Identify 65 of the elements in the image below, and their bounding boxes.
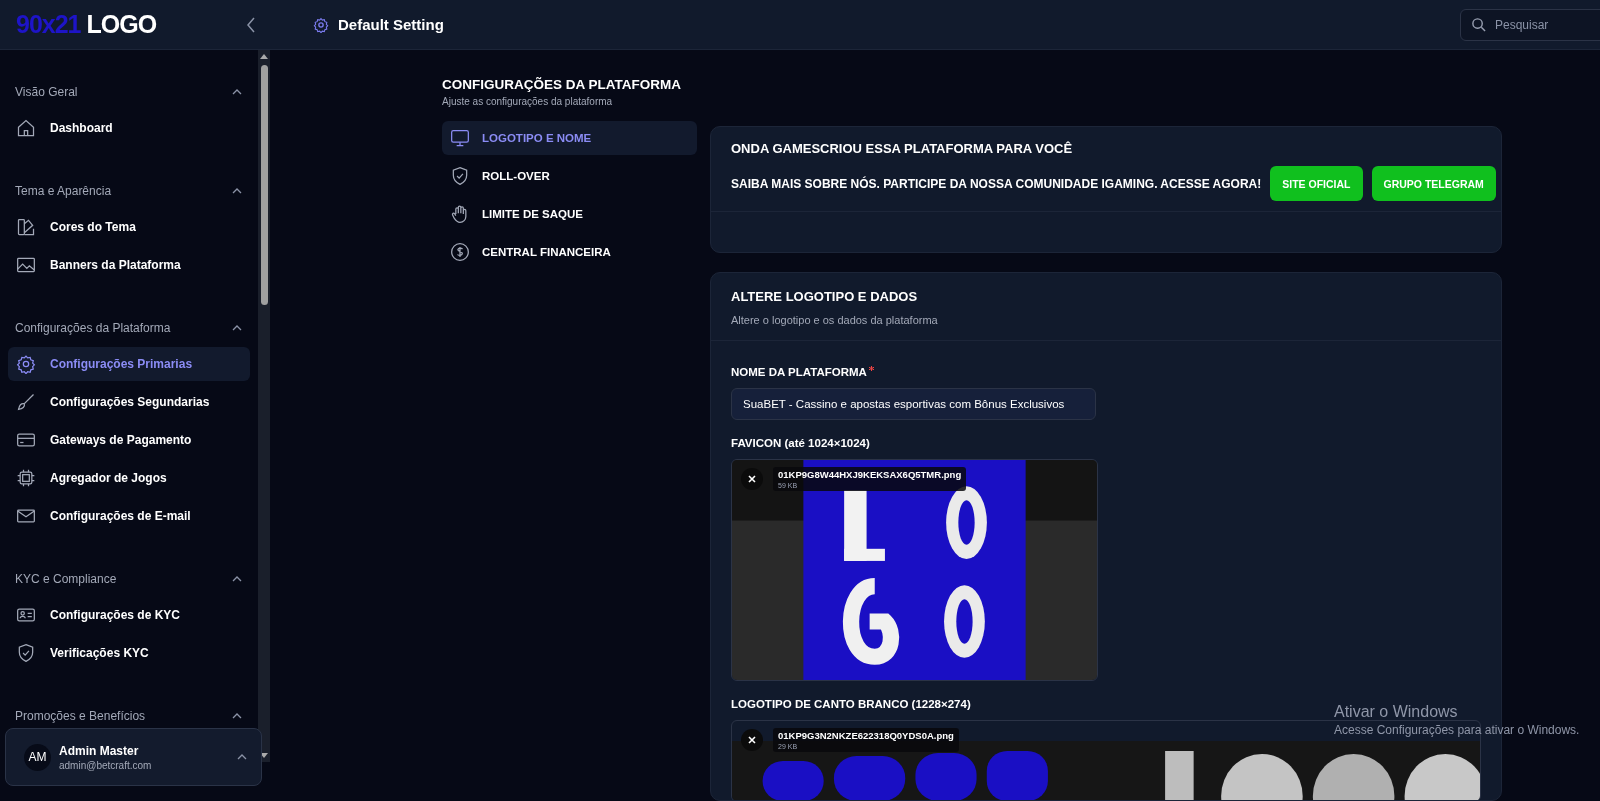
sidebar-item[interactable]: Configurações de E-mail [8, 499, 250, 533]
platform-name-field[interactable]: SuaBET - Cassino e apostas esportivas com Bônus Exclusivos [731, 388, 1096, 420]
avatar: AM [24, 743, 51, 771]
user-name: Admin Master [59, 743, 140, 758]
image-icon [16, 255, 36, 275]
sidebar-item[interactable]: Gateways de Pagamento [8, 423, 250, 457]
sidebar-item[interactable]: Configurações Primarias [8, 347, 250, 381]
chevron-left-icon[interactable] [246, 16, 256, 33]
close-icon [748, 736, 756, 744]
settings-tab[interactable]: LOGOTIPO E NOME [442, 121, 697, 155]
chevron-icon[interactable] [232, 89, 242, 95]
sidebar-item[interactable]: Banners da Plataforma [8, 248, 250, 282]
field-label: NOME DA PLATAFORMA [731, 366, 867, 378]
settings-title: CONFIGURAÇÕES DA PLATAFORMA [442, 77, 682, 92]
home-icon [16, 118, 36, 138]
scrollbar-thumb[interactable] [260, 65, 268, 305]
search-icon [1471, 16, 1486, 32]
close-icon [748, 475, 756, 483]
file-name: 01KP9G8W44HXJ9KEKSAX6Q5TMR.png [778, 469, 962, 480]
sidebar-item[interactable]: Dashboard [8, 111, 250, 145]
chevron-icon[interactable] [232, 325, 242, 331]
chevron-icon[interactable] [232, 188, 242, 194]
remove-button[interactable] [741, 729, 763, 751]
scroll-up-icon[interactable] [260, 53, 268, 59]
settings-tab[interactable]: ROLL-OVER [442, 159, 697, 193]
page-title: Default Setting [338, 16, 444, 33]
user-email: admin@betcraft.com [59, 759, 153, 771]
activation-title: Ativar o Windows [1334, 703, 1459, 721]
settings-tab[interactable]: CENTRAL FINANCEIRA [442, 235, 697, 269]
dollar-icon [450, 242, 470, 262]
logo-text: 90x21 [16, 10, 81, 39]
settings-tab[interactable]: LIMITE DE SAQUE [442, 197, 697, 231]
search-field[interactable]: Pesquisar [1460, 8, 1600, 41]
shield-icon [450, 166, 470, 186]
promo-text: SAIBA MAIS SOBRE NÓS. PARTICIPE DA NOSSA COMUNIDADE IGAMING. ACESSE AGORA! [731, 176, 1262, 191]
gear-icon [16, 354, 36, 374]
chip-icon [16, 468, 36, 488]
file-name: 01KP9G3N2NKZE622318Q0YDS0A.png [778, 730, 954, 741]
chevron-up-icon[interactable] [237, 754, 247, 760]
sidebar-item[interactable]: Cores do Tema [8, 210, 250, 244]
chevron-icon[interactable] [232, 713, 242, 719]
section-heading: Configurações da Plataforma [15, 321, 171, 335]
user-card[interactable]: AM Admin Master admin@betcraft.com [5, 728, 262, 786]
promo-title: ONDA GAMESCRIOU ESSA PLATAFORMA PARA VOCÊ [731, 141, 1074, 156]
brush-icon [16, 392, 36, 412]
settings-icon [313, 16, 329, 33]
monitor-icon [450, 128, 470, 148]
section-heading: Promoções e Benefícios [15, 709, 146, 723]
sidebar-item[interactable]: Verificações KYC [8, 636, 250, 670]
card-title: ALTERE LOGOTIPO E DADOS [731, 289, 919, 304]
card-subtitle: Altere o logotipo e os dados da plataforma [731, 314, 939, 326]
activation-text: Acesse Configurações para ativar o Windows. [1334, 723, 1580, 737]
settings-subtitle: Ajuste as configurações da plataforma [442, 96, 614, 107]
chevron-icon[interactable] [232, 576, 242, 582]
sidebar-item[interactable]: Agregador de Jogos [8, 461, 250, 495]
field-label: LOGOTIPO DE CANTO BRANCO (1228×274) [731, 698, 971, 710]
section-heading: Visão Geral [15, 85, 78, 99]
sidebar-item[interactable]: Configurações Segundarias [8, 385, 250, 419]
shield-icon [16, 643, 36, 663]
palette-icon [16, 217, 36, 237]
sidebar-item[interactable]: Configurações de KYC [8, 598, 250, 632]
logo-text: LOGO [86, 10, 157, 39]
section-heading: Tema e Aparência [15, 184, 112, 198]
field-label: FAVICON (até 1024×1024) [731, 437, 870, 449]
section-heading: KYC e Compliance [15, 572, 117, 586]
